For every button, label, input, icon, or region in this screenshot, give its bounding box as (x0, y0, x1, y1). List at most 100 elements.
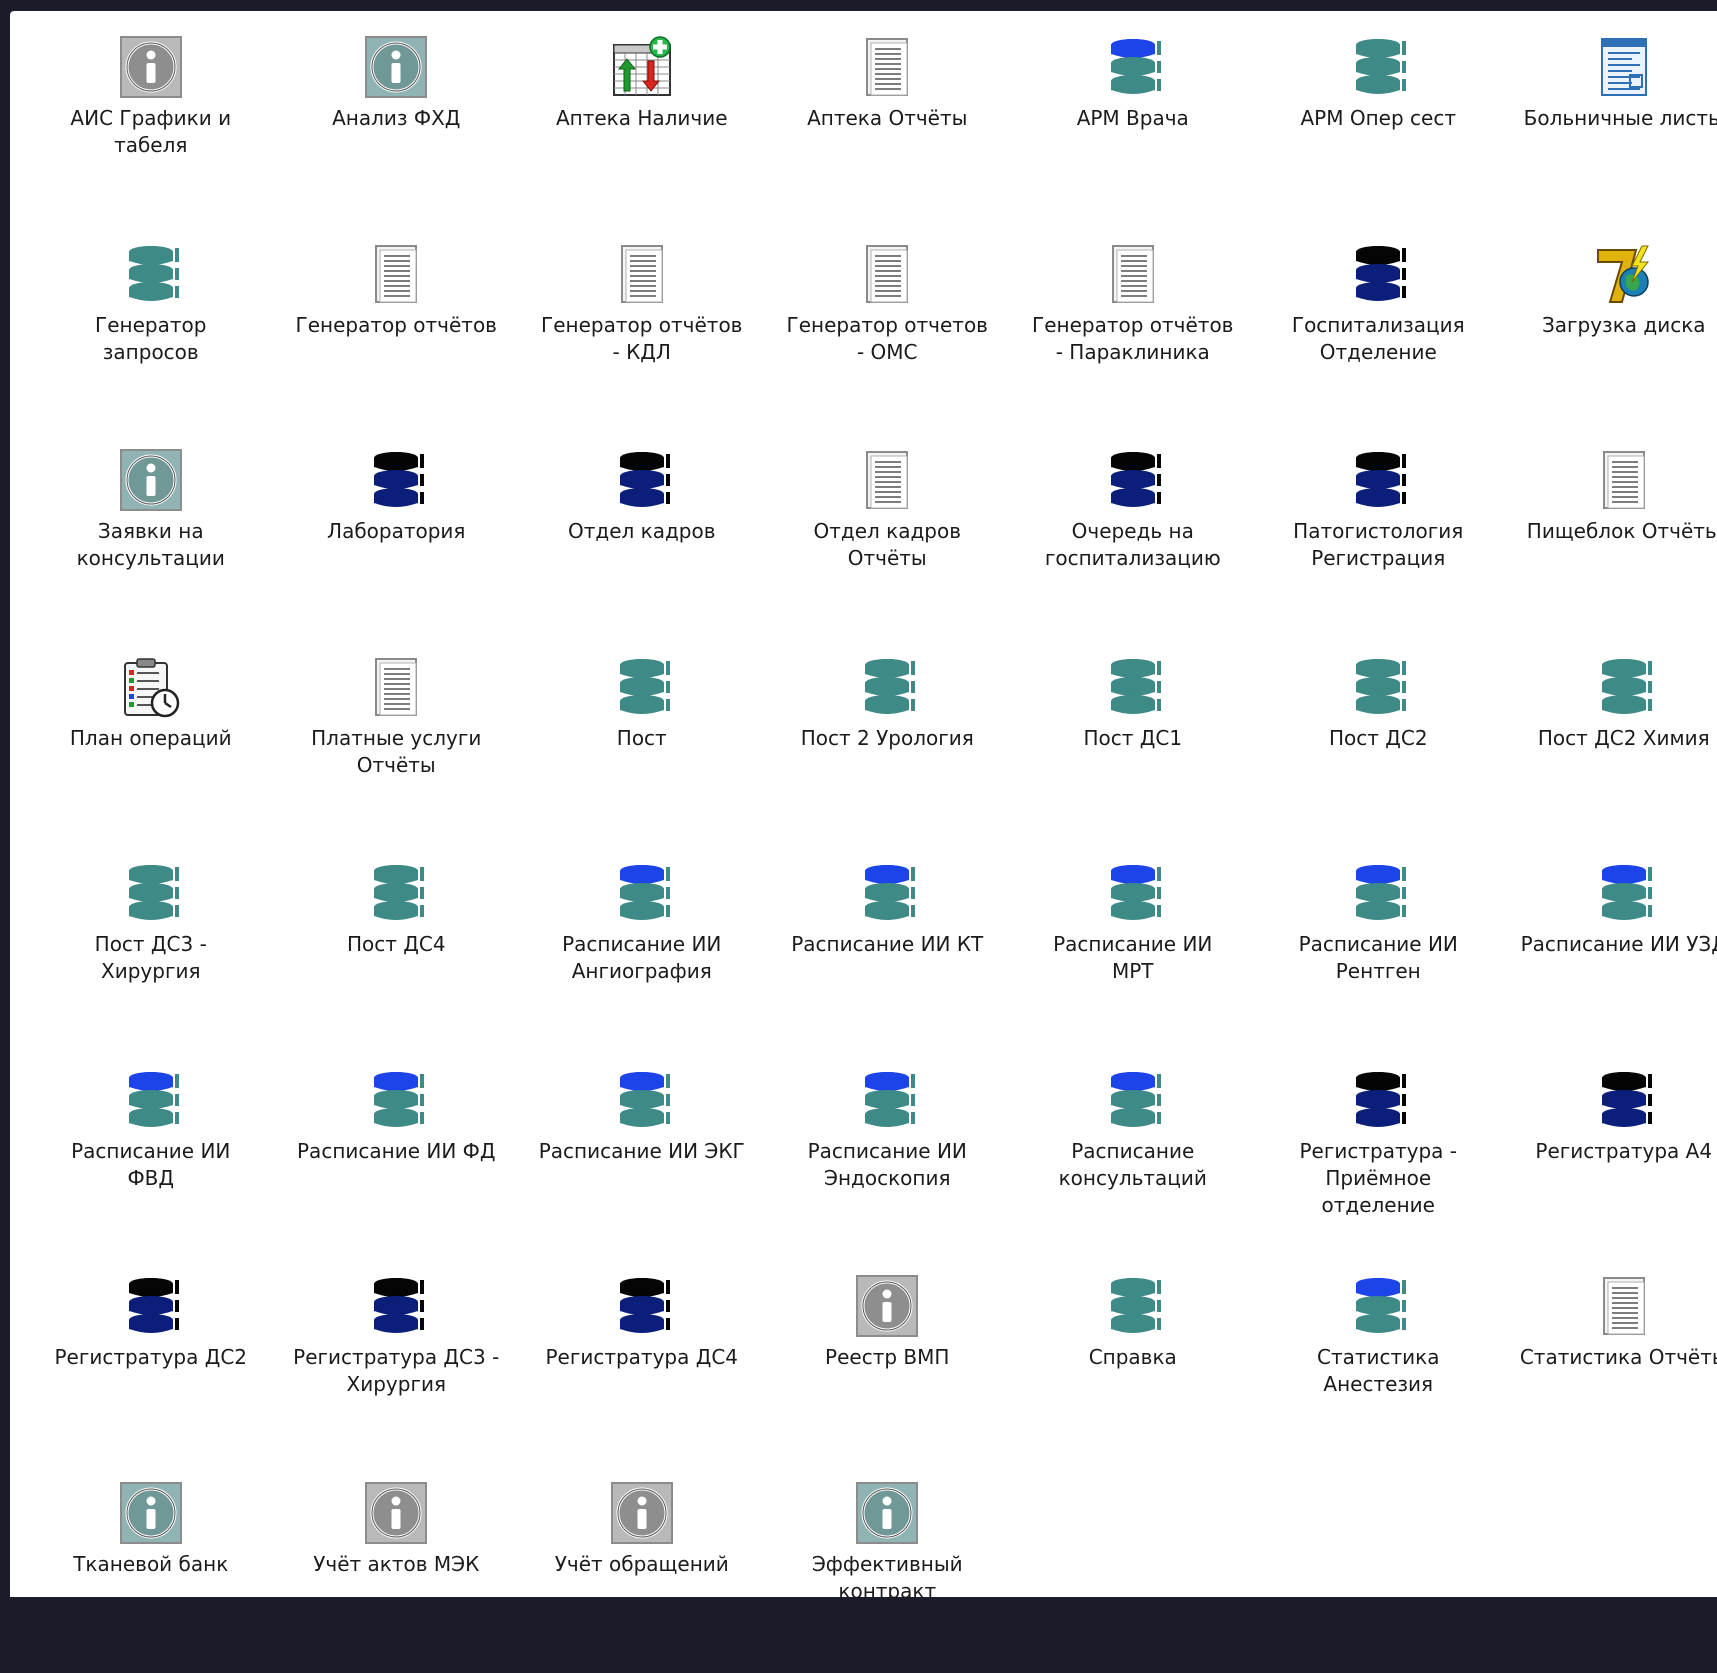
info-grey-icon[interactable] (364, 1481, 428, 1545)
desktop-shortcut[interactable]: Больничные листы (1501, 21, 1717, 228)
desktop-shortcut[interactable]: Расписание ИИ ФД (274, 1054, 520, 1261)
desktop-shortcut[interactable]: Пост ДС3 - Хирургия (28, 847, 274, 1054)
info-teal-icon[interactable] (119, 448, 183, 512)
document-report-icon[interactable] (855, 35, 919, 99)
document-report-icon[interactable] (1101, 242, 1165, 306)
desktop-shortcut[interactable]: Регистратура ДС2 (28, 1260, 274, 1467)
desktop-shortcut[interactable]: План операций (28, 641, 274, 848)
desktop-shortcut[interactable]: Расписание ИИ УЗД (1501, 847, 1717, 1054)
database-teal-icon[interactable] (855, 655, 919, 719)
database-teal-icon[interactable] (1101, 1274, 1165, 1338)
desktop-shortcut[interactable]: АИС Графики и табеля (28, 21, 274, 228)
desktop-shortcut[interactable]: Генератор отчётов (274, 228, 520, 435)
info-teal-icon[interactable] (364, 35, 428, 99)
desktop-shortcut[interactable]: Расписание ИИ МРТ (1010, 847, 1256, 1054)
desktop-shortcut[interactable]: Регистратура - Приёмное отделение (1256, 1054, 1502, 1261)
database-blue-icon[interactable] (1101, 1068, 1165, 1132)
desktop-shortcut[interactable]: Пост (519, 641, 765, 848)
database-black-icon[interactable] (1101, 448, 1165, 512)
database-teal-icon[interactable] (1592, 655, 1656, 719)
desktop-shortcut[interactable]: Пост ДС1 (1010, 641, 1256, 848)
desktop-shortcut[interactable]: Реестр ВМП (765, 1260, 1011, 1467)
desktop-shortcut[interactable]: Тканевой банк (28, 1467, 274, 1673)
desktop-shortcut[interactable]: Отдел кадров (519, 434, 765, 641)
desktop-shortcut[interactable]: Справка (1010, 1260, 1256, 1467)
database-blue-icon[interactable] (1346, 861, 1410, 925)
database-black-icon[interactable] (610, 1274, 674, 1338)
desktop-shortcut[interactable]: Госпитализация Отделение (1256, 228, 1502, 435)
desktop-shortcut[interactable]: АРМ Опер сест (1256, 21, 1502, 228)
document-report-icon[interactable] (1592, 1274, 1656, 1338)
desktop-shortcut[interactable]: Очередь на госпитализацию (1010, 434, 1256, 641)
desktop-shortcut[interactable]: Статистика Отчёты (1501, 1260, 1717, 1467)
desktop-shortcut[interactable]: Регистратура А4 (1501, 1054, 1717, 1261)
document-report-icon[interactable] (1592, 448, 1656, 512)
database-blue-icon[interactable] (1101, 35, 1165, 99)
desktop-shortcut[interactable]: Расписание ИИ КТ (765, 847, 1011, 1054)
desktop-shortcut[interactable]: Генератор отчетов - ОМС (765, 228, 1011, 435)
desktop-shortcut[interactable]: Расписание ИИ ЭКГ (519, 1054, 765, 1261)
desktop-shortcut[interactable]: Пост ДС2 Химия (1501, 641, 1717, 848)
desktop-shortcut[interactable]: Регистратура ДС4 (519, 1260, 765, 1467)
info-grey-icon[interactable] (119, 35, 183, 99)
desktop-shortcut[interactable]: Аптека Отчёты (765, 21, 1011, 228)
document-report-icon[interactable] (610, 242, 674, 306)
database-blue-icon[interactable] (855, 861, 919, 925)
desktop-shortcut[interactable]: Расписание ИИ ФВД (28, 1054, 274, 1261)
desktop-shortcut[interactable]: АРМ Врача (1010, 21, 1256, 228)
document-report-icon[interactable] (855, 242, 919, 306)
desktop-shortcut[interactable]: Пост ДС2 (1256, 641, 1502, 848)
desktop-shortcut[interactable]: Патогистология Регистрация (1256, 434, 1502, 641)
database-teal-icon[interactable] (1101, 655, 1165, 719)
database-blue-icon[interactable] (119, 1068, 183, 1132)
database-blue-icon[interactable] (855, 1068, 919, 1132)
desktop-shortcut[interactable]: Пост 2 Урология (765, 641, 1011, 848)
desktop-shortcut[interactable]: Учёт актов МЭК (274, 1467, 520, 1673)
desktop-shortcut[interactable]: Генератор отчётов - Параклиника (1010, 228, 1256, 435)
database-blue-icon[interactable] (1346, 1274, 1410, 1338)
desktop-shortcut[interactable]: Пищеблок Отчёты (1501, 434, 1717, 641)
info-teal-icon[interactable] (119, 1481, 183, 1545)
desktop-shortcut[interactable]: Пост ДС4 (274, 847, 520, 1054)
desktop-shortcut[interactable]: Генератор запросов (28, 228, 274, 435)
database-black-icon[interactable] (1592, 1068, 1656, 1132)
desktop-shortcut[interactable]: Расписание ИИ Эндоскопия (765, 1054, 1011, 1261)
database-black-icon[interactable] (364, 448, 428, 512)
database-teal-icon[interactable] (610, 655, 674, 719)
database-blue-icon[interactable] (1101, 861, 1165, 925)
desktop-shortcut[interactable]: Лаборатория (274, 434, 520, 641)
database-black-icon[interactable] (119, 1274, 183, 1338)
desktop-shortcut[interactable]: Анализ ФХД (274, 21, 520, 228)
desktop-shortcut[interactable]: Загрузка диска (1501, 228, 1717, 435)
database-blue-icon[interactable] (364, 1068, 428, 1132)
info-grey-icon[interactable] (610, 1481, 674, 1545)
database-black-icon[interactable] (610, 448, 674, 512)
database-teal-icon[interactable] (1346, 655, 1410, 719)
database-blue-icon[interactable] (1592, 861, 1656, 925)
database-blue-icon[interactable] (610, 861, 674, 925)
database-teal-icon[interactable] (119, 242, 183, 306)
desktop-shortcut[interactable]: Расписание ИИ Ангиография (519, 847, 765, 1054)
clipboard-clock-icon[interactable] (119, 655, 183, 719)
desktop-shortcut[interactable]: Заявки на консультации (28, 434, 274, 641)
database-black-icon[interactable] (364, 1274, 428, 1338)
info-grey-icon[interactable] (855, 1274, 919, 1338)
document-report-icon[interactable] (855, 448, 919, 512)
pharmacy-spreadsheet-icon[interactable] (610, 35, 674, 99)
document-report-icon[interactable] (364, 242, 428, 306)
document-report-icon[interactable] (364, 655, 428, 719)
desktop-shortcut[interactable]: Статистика Анестезия (1256, 1260, 1502, 1467)
info-teal-icon[interactable] (855, 1481, 919, 1545)
database-blue-icon[interactable] (610, 1068, 674, 1132)
desktop-shortcut[interactable]: Отдел кадров Отчёты (765, 434, 1011, 641)
document-form-icon[interactable] (1592, 35, 1656, 99)
delphi7-icon[interactable] (1592, 242, 1656, 306)
database-black-icon[interactable] (1346, 1068, 1410, 1132)
desktop-shortcut[interactable]: Расписание ИИ Рентген (1256, 847, 1502, 1054)
database-black-icon[interactable] (1346, 242, 1410, 306)
desktop-shortcut[interactable]: Платные услуги Отчёты (274, 641, 520, 848)
desktop-shortcut[interactable]: Аптека Наличие (519, 21, 765, 228)
database-teal-icon[interactable] (1346, 35, 1410, 99)
desktop-shortcut[interactable]: Учёт обращений (519, 1467, 765, 1673)
database-black-icon[interactable] (1346, 448, 1410, 512)
